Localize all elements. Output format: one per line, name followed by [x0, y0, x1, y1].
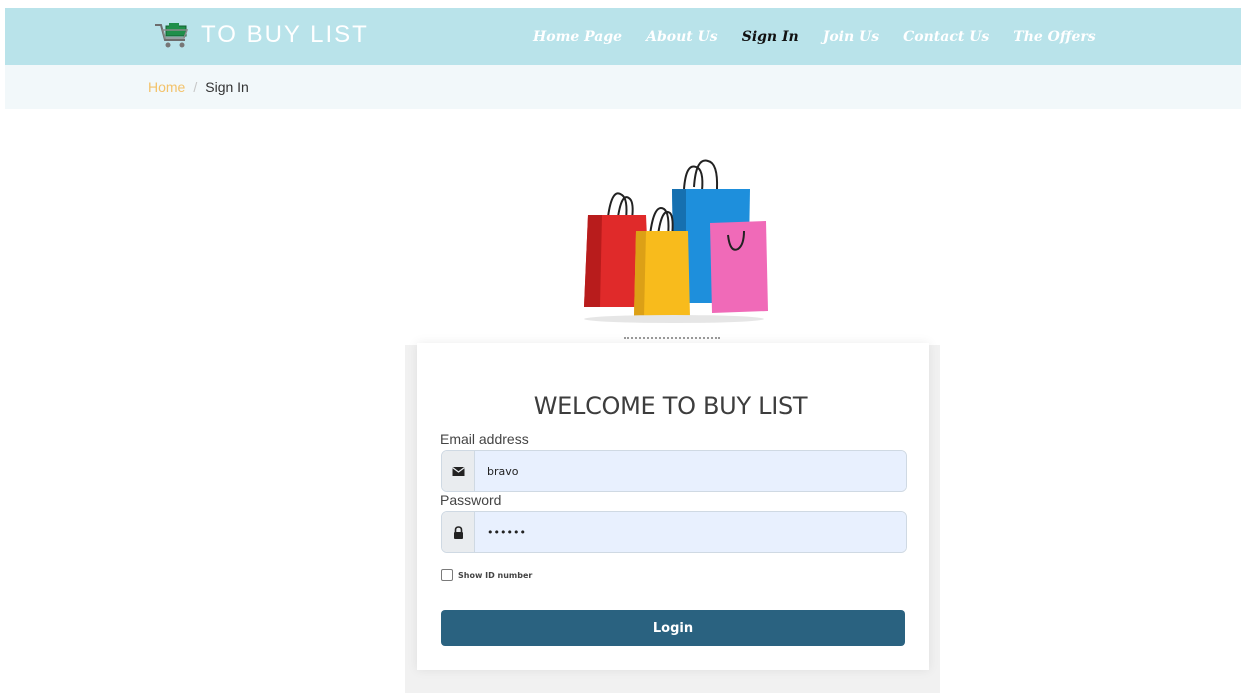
nav-home-page[interactable]: Home Page — [533, 29, 622, 45]
show-id-checkbox[interactable] — [441, 569, 453, 581]
password-field[interactable] — [475, 512, 906, 552]
nav-the-offers[interactable]: The Offers — [1013, 29, 1095, 45]
password-input-group — [441, 511, 907, 553]
email-label: Email address — [440, 431, 529, 447]
email-field[interactable] — [475, 451, 906, 491]
show-id-label: Show ID number — [458, 570, 533, 580]
main-nav: Home Page About Us Sign In Join Us Conta… — [521, 8, 1108, 65]
form-title: WELCOME TO BUY LIST — [533, 392, 808, 420]
envelope-icon — [442, 451, 475, 491]
show-id-row: Show ID number — [441, 569, 532, 581]
breadcrumb: Home / Sign In — [5, 65, 1241, 109]
brand[interactable]: TO BUY LIST — [153, 20, 369, 50]
lock-icon — [442, 512, 475, 552]
shopping-bags-image — [584, 159, 768, 323]
nav-contact-us[interactable]: Contact Us — [903, 29, 989, 45]
breadcrumb-home-link[interactable]: Home — [148, 79, 185, 95]
login-button[interactable]: Login — [441, 610, 905, 646]
shopping-cart-icon — [155, 23, 189, 48]
nav-about-us[interactable]: About Us — [646, 29, 718, 45]
nav-join-us[interactable]: Join Us — [823, 29, 879, 45]
email-input-group — [441, 450, 907, 492]
breadcrumb-current: Sign In — [205, 79, 249, 95]
nav-sign-in[interactable]: Sign In — [742, 29, 799, 45]
brand-name: TO BUY LIST — [201, 21, 369, 48]
password-label: Password — [440, 492, 502, 508]
divider-dots — [624, 331, 720, 339]
breadcrumb-separator: / — [193, 79, 198, 95]
navbar: TO BUY LIST Home Page About Us Sign In J… — [5, 8, 1241, 65]
